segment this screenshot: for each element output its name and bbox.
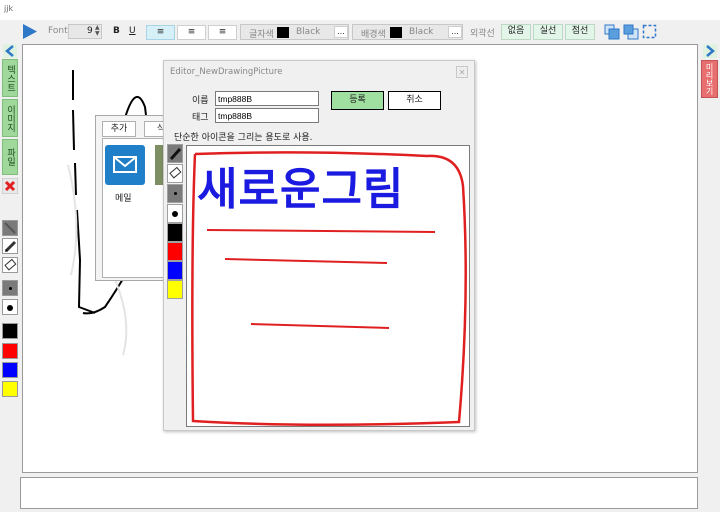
bold-button[interactable]: B: [113, 26, 120, 36]
editor-brush-small[interactable]: [167, 184, 183, 203]
editor-palette-blue[interactable]: [167, 261, 183, 280]
large-dot-icon: [7, 305, 13, 311]
align-right-button[interactable]: ≡: [208, 25, 237, 40]
text-color-more-button[interactable]: ...: [334, 26, 348, 38]
cancel-button[interactable]: 취소: [388, 91, 441, 110]
small-dot-icon: [174, 192, 177, 195]
outline-none-button[interactable]: 없음: [501, 24, 531, 40]
title-bar: jjk: [0, 0, 720, 20]
new-drawing-dialog: Editor_NewDrawingPicture ✕ 이름 태그 등록 취소 단…: [163, 60, 475, 431]
font-size-stepper[interactable]: 9 ▲ ▼: [68, 24, 102, 39]
bg-color-value: Black: [409, 27, 434, 37]
pencil-tool[interactable]: [2, 238, 18, 254]
bring-to-front-icon[interactable]: [604, 24, 620, 40]
palette-red[interactable]: [2, 343, 18, 359]
underline-button[interactable]: U: [129, 26, 136, 36]
eraser-icon: [4, 258, 17, 271]
outline-solid-button[interactable]: 실선: [533, 24, 563, 40]
play-icon[interactable]: [22, 23, 38, 40]
pencil-icon: [4, 240, 17, 253]
collapse-right-icon[interactable]: [703, 44, 717, 58]
close-button[interactable]: ✕: [456, 66, 468, 78]
pointer-icon: [4, 222, 16, 234]
editor-brush-large[interactable]: [167, 204, 183, 223]
palette-yellow[interactable]: [2, 381, 18, 397]
delete-icon[interactable]: [2, 178, 18, 194]
bg-color-swatch: [390, 27, 402, 38]
name-label: 이름: [192, 96, 209, 106]
mail-icon-label: 메일: [115, 194, 132, 204]
close-icon: ✕: [458, 68, 466, 77]
dialog-title: Editor_NewDrawingPicture: [170, 67, 283, 77]
envelope-icon: [113, 156, 137, 173]
outline-dotted-button[interactable]: 점선: [565, 24, 595, 40]
pencil-icon: [169, 147, 182, 161]
name-field[interactable]: [215, 91, 319, 106]
eraser-tool[interactable]: [2, 257, 18, 273]
align-center-icon: ≡: [187, 27, 196, 37]
palette-black[interactable]: [2, 323, 18, 339]
drawn-text: 새로운그림: [197, 164, 405, 215]
bottom-input-area[interactable]: [20, 477, 698, 509]
dialog-description: 단순한 아이콘을 그리는 용도로 사용.: [174, 133, 313, 143]
brush-size-small[interactable]: [2, 280, 18, 296]
text-color-swatch: [277, 27, 289, 38]
editor-pencil-tool[interactable]: [167, 144, 183, 163]
send-to-back-icon[interactable]: [623, 24, 639, 40]
editor-palette-black[interactable]: [167, 223, 183, 242]
tag-field[interactable]: [215, 108, 319, 123]
font-size-value: 9: [87, 26, 93, 36]
tag-label: 태그: [192, 113, 209, 123]
palette-blue[interactable]: [2, 362, 18, 378]
align-left-button[interactable]: ≡: [146, 25, 175, 40]
bg-color-more-button[interactable]: ...: [448, 26, 462, 38]
editor-palette-red[interactable]: [167, 242, 183, 261]
small-dot-icon: [9, 287, 12, 290]
bg-color-label: 배경색: [361, 30, 386, 40]
text-color-label: 글자색: [249, 30, 274, 40]
outline-label: 외곽선: [470, 29, 495, 39]
text-color-picker[interactable]: 글자색 Black ...: [240, 24, 349, 40]
select-area-icon[interactable]: [642, 24, 658, 40]
editor-eraser-tool[interactable]: [167, 164, 183, 183]
mail-icon[interactable]: [105, 145, 145, 185]
collapse-left-icon[interactable]: [3, 44, 17, 58]
align-center-button[interactable]: ≡: [177, 25, 206, 40]
eraser-icon: [169, 166, 182, 179]
pointer-tool[interactable]: [2, 220, 18, 236]
text-color-value: Black: [296, 27, 321, 37]
stepper-arrows-icon[interactable]: ▲ ▼: [95, 25, 100, 37]
brush-size-large[interactable]: [2, 299, 18, 315]
tab-file[interactable]: 파일: [2, 139, 18, 175]
font-label: Font: [48, 26, 68, 36]
align-right-icon: ≡: [218, 27, 227, 37]
align-left-icon: ≡: [156, 27, 165, 37]
register-button[interactable]: 등록: [331, 91, 384, 110]
editor-palette-yellow[interactable]: [167, 280, 183, 299]
window-title: jjk: [4, 4, 14, 13]
bg-color-picker[interactable]: 배경색 Black ...: [352, 24, 463, 40]
tab-image[interactable]: 이미지: [2, 99, 18, 137]
tab-preview[interactable]: 미리보기: [701, 60, 718, 98]
tab-text[interactable]: 텍스트: [2, 59, 18, 97]
drawing-canvas[interactable]: 새로운그림: [186, 145, 470, 427]
tab-add[interactable]: 추가: [102, 121, 136, 137]
toolbar: Font 9 ▲ ▼ B U ≡ ≡ ≡ 글자색 Black ... 배경색 Bl…: [0, 20, 720, 44]
large-dot-icon: [172, 211, 178, 217]
